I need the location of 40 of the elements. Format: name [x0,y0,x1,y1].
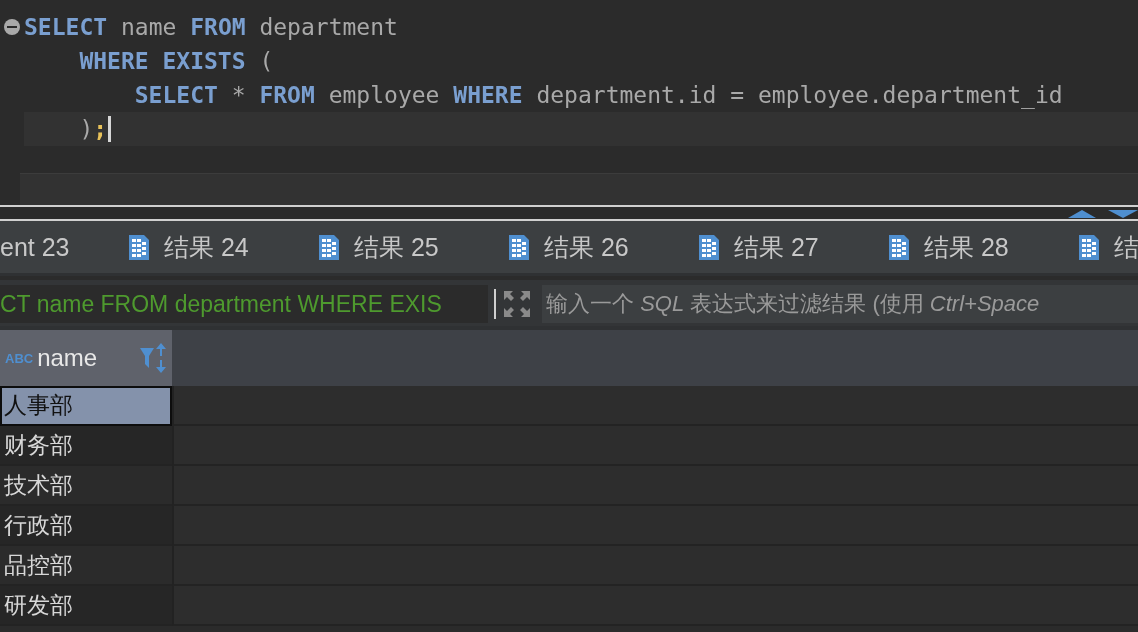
text-cursor [108,116,112,142]
text-cursor [494,289,496,319]
table-cell[interactable]: 人事部 [0,386,172,426]
result-tab[interactable]: 结果 24 [128,221,318,273]
result-tab[interactable]: 结果 28 [888,221,1078,273]
sql-keyword: FROM [190,14,246,40]
table-cell[interactable]: 研发部 [0,586,172,626]
collapse-arrows-icon[interactable] [1068,209,1138,219]
table-document-icon [508,233,530,261]
sql-keyword: WHERE [453,82,523,108]
code-text: department [258,14,398,40]
column-name: name [37,344,99,372]
code-text: name [119,14,178,40]
fold-toggle-icon[interactable] [4,19,20,35]
table-cell[interactable]: 财务部 [0,426,172,466]
table-document-icon [128,233,150,261]
result-tab[interactable]: 结果 25 [318,221,508,273]
sql-keyword: WHERE EXISTS [78,48,246,74]
result-tab[interactable]: 结果 26 [508,221,698,273]
sql-keyword: SELECT [24,14,108,40]
result-tab[interactable]: 结果 27 [698,221,888,273]
type-label: ABC [5,350,34,366]
semicolon: ; [93,116,108,142]
expand-icon[interactable] [502,289,532,319]
result-tab[interactable]: ent 23 [0,221,128,273]
sql-keyword: SELECT [133,82,218,108]
table-document-icon [888,233,910,261]
table-document-icon [698,233,720,261]
code-text: ) [78,116,94,142]
filter-expression-field[interactable]: 输入一个 SQL 表达式来过滤结果 (使用 Ctrl+Space [542,285,1138,323]
sql-keyword: FROM [259,82,315,108]
filter-query-field[interactable]: CT name FROM department WHERE EXIS [0,285,488,323]
table-document-icon [1078,233,1100,261]
table-cell[interactable]: 行政部 [0,506,172,546]
result-tab[interactable]: 结 [1078,221,1138,273]
table-document-icon [318,233,340,261]
code-text: ( [258,48,274,74]
code-text: department.id = employee.department_id [535,82,1063,108]
code-text: employee [327,82,441,108]
code-text: * [230,82,247,108]
